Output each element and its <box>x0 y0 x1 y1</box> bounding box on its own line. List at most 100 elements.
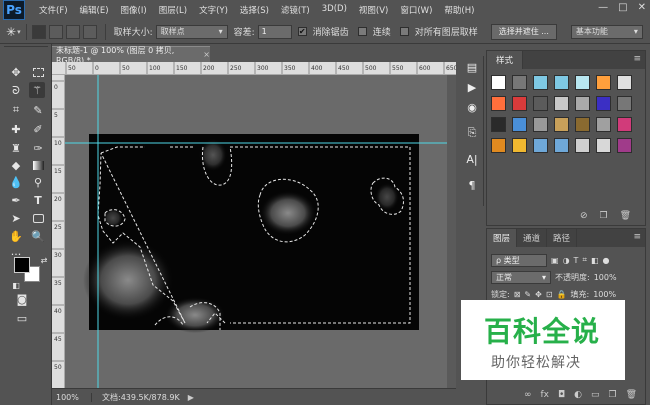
sample-size-select[interactable]: 取样点 ▾ <box>155 24 228 39</box>
style-swatch[interactable] <box>617 117 632 132</box>
menu-item[interactable]: 文字(Y) <box>193 4 234 16</box>
magic-wand-icon[interactable]: ⚚ <box>29 82 45 98</box>
style-swatch[interactable] <box>491 96 506 111</box>
contiguous-checkbox[interactable] <box>357 27 367 36</box>
style-swatch[interactable] <box>554 75 569 90</box>
lock-image-icon[interactable]: ✎ <box>524 290 531 299</box>
close-button[interactable]: ✕ <box>638 2 646 13</box>
antialias-checkbox[interactable]: ✔ <box>297 27 307 36</box>
sample-all-layers-checkbox[interactable] <box>399 27 409 36</box>
history-panel-icon[interactable]: ▤ <box>465 60 479 74</box>
healing-icon[interactable]: ✚ <box>8 121 24 137</box>
style-swatch[interactable] <box>554 138 569 153</box>
new-selection-button[interactable] <box>31 24 46 39</box>
pen-icon[interactable]: ✒ <box>8 192 24 208</box>
panel-menu-icon[interactable]: ≡ <box>633 54 641 64</box>
paragraph-panel-icon[interactable]: ¶ <box>465 178 479 192</box>
tool-preset-chevron-icon[interactable]: ▾ <box>17 28 21 36</box>
style-swatch[interactable] <box>533 96 548 111</box>
menu-item[interactable]: 视图(V) <box>353 4 394 16</box>
path-select-icon[interactable]: ➤ <box>8 210 24 226</box>
layer-mask-icon[interactable]: ◘ <box>558 390 565 400</box>
style-swatch[interactable] <box>512 117 527 132</box>
filter-pixel-icon[interactable]: ▣ <box>551 256 559 265</box>
tolerance-input[interactable]: 1 <box>257 24 292 39</box>
select-and-mask-button[interactable]: 选择并遮住 ... <box>490 23 557 40</box>
actions-panel-icon[interactable]: ▶ <box>465 80 479 94</box>
menu-item[interactable]: 帮助(H) <box>438 4 480 16</box>
style-swatch[interactable] <box>617 96 632 111</box>
panel-menu-icon[interactable]: ≡ <box>633 232 641 242</box>
new-group-icon[interactable]: ▭ <box>591 390 600 400</box>
style-swatch[interactable] <box>596 75 611 90</box>
lock-position-icon[interactable]: ✥ <box>535 290 542 299</box>
style-swatch[interactable] <box>512 138 527 153</box>
style-swatch[interactable] <box>596 96 611 111</box>
shape-icon[interactable] <box>30 210 46 226</box>
menu-item[interactable]: 滤镜(T) <box>275 4 316 16</box>
add-selection-button[interactable] <box>48 24 63 39</box>
foreground-color-swatch[interactable] <box>14 257 30 273</box>
tab-channels[interactable]: 通道 <box>517 229 548 247</box>
workspace-select[interactable]: 基本功能 ▾ <box>570 24 643 39</box>
style-swatch[interactable] <box>575 96 590 111</box>
brush-icon[interactable]: ✐ <box>30 121 46 137</box>
lock-all-icon[interactable]: 🔒 <box>557 290 567 299</box>
menu-item[interactable]: 图层(L) <box>153 4 193 16</box>
filter-toggle-icon[interactable]: ● <box>603 256 610 265</box>
history-brush-icon[interactable]: ✑ <box>30 140 46 156</box>
style-swatch[interactable] <box>554 96 569 111</box>
tab-paths[interactable]: 路径 <box>547 229 578 247</box>
vertical-scrollbar[interactable] <box>447 75 456 388</box>
zoom-icon[interactable]: 🔍 <box>30 228 46 244</box>
style-swatch[interactable] <box>596 138 611 153</box>
delete-style-icon[interactable]: 🗑 <box>620 211 631 221</box>
style-swatch[interactable] <box>491 75 506 90</box>
style-swatch[interactable] <box>575 75 590 90</box>
document-canvas[interactable] <box>65 75 447 388</box>
new-style-icon[interactable]: ❐ <box>599 211 607 221</box>
style-swatch[interactable] <box>512 96 527 111</box>
delete-layer-icon[interactable]: 🗑 <box>626 390 637 400</box>
marquee-icon[interactable] <box>30 64 46 80</box>
new-layer-icon[interactable]: ❐ <box>608 390 616 400</box>
intersect-selection-button[interactable] <box>82 24 97 39</box>
link-layers-icon[interactable]: ∞ <box>524 390 532 400</box>
adjustment-layer-icon[interactable]: ◐ <box>574 390 582 400</box>
document-size-status[interactable]: 文档:439.5K/878.9K <box>92 392 180 403</box>
eyedropper-icon[interactable]: ✎ <box>30 102 46 118</box>
opacity-value[interactable]: 100% <box>594 273 617 282</box>
style-swatch[interactable] <box>575 138 590 153</box>
style-swatch[interactable] <box>596 117 611 132</box>
swap-colors-icon[interactable]: ⇄ <box>36 252 52 268</box>
style-swatch[interactable] <box>533 75 548 90</box>
menu-item[interactable]: 3D(D) <box>316 4 353 16</box>
canvas-area[interactable] <box>65 75 447 388</box>
style-swatch[interactable] <box>554 117 569 132</box>
move-icon[interactable]: ✥ <box>8 64 24 80</box>
restore-button[interactable]: □ <box>618 2 627 13</box>
blend-mode-select[interactable]: 正常 ▾ <box>491 270 551 284</box>
screen-mode-icon[interactable]: ▭ <box>14 310 30 326</box>
tab-styles[interactable]: 样式 <box>487 51 523 69</box>
style-swatch[interactable] <box>617 138 632 153</box>
fill-value[interactable]: 100% <box>593 290 616 299</box>
menu-item[interactable]: 窗口(W) <box>394 4 438 16</box>
subtract-selection-button[interactable] <box>65 24 80 39</box>
character-panel-icon[interactable]: A| <box>465 152 479 166</box>
lock-transparent-icon[interactable]: ⊠ <box>514 290 521 299</box>
style-swatch[interactable] <box>533 117 548 132</box>
layer-style-icon[interactable]: fx <box>540 390 549 400</box>
eraser-icon[interactable]: ◆ <box>8 157 24 173</box>
quick-mask-icon[interactable]: ◙ <box>14 291 30 307</box>
document-tab[interactable]: 未标题-1 @ 100% (图层 0 拷贝, RGB/8) * × <box>52 46 210 65</box>
filter-type-icon[interactable]: T <box>574 256 579 265</box>
lasso-icon[interactable]: ᘐ <box>8 83 24 99</box>
style-swatch[interactable] <box>533 138 548 153</box>
tab-layers[interactable]: 图层 <box>487 229 518 247</box>
menu-item[interactable]: 图像(I) <box>115 4 153 16</box>
style-swatch[interactable] <box>512 75 527 90</box>
style-swatch[interactable] <box>491 117 506 132</box>
crop-icon[interactable]: ⌗ <box>8 102 24 118</box>
style-swatch[interactable] <box>575 117 590 132</box>
